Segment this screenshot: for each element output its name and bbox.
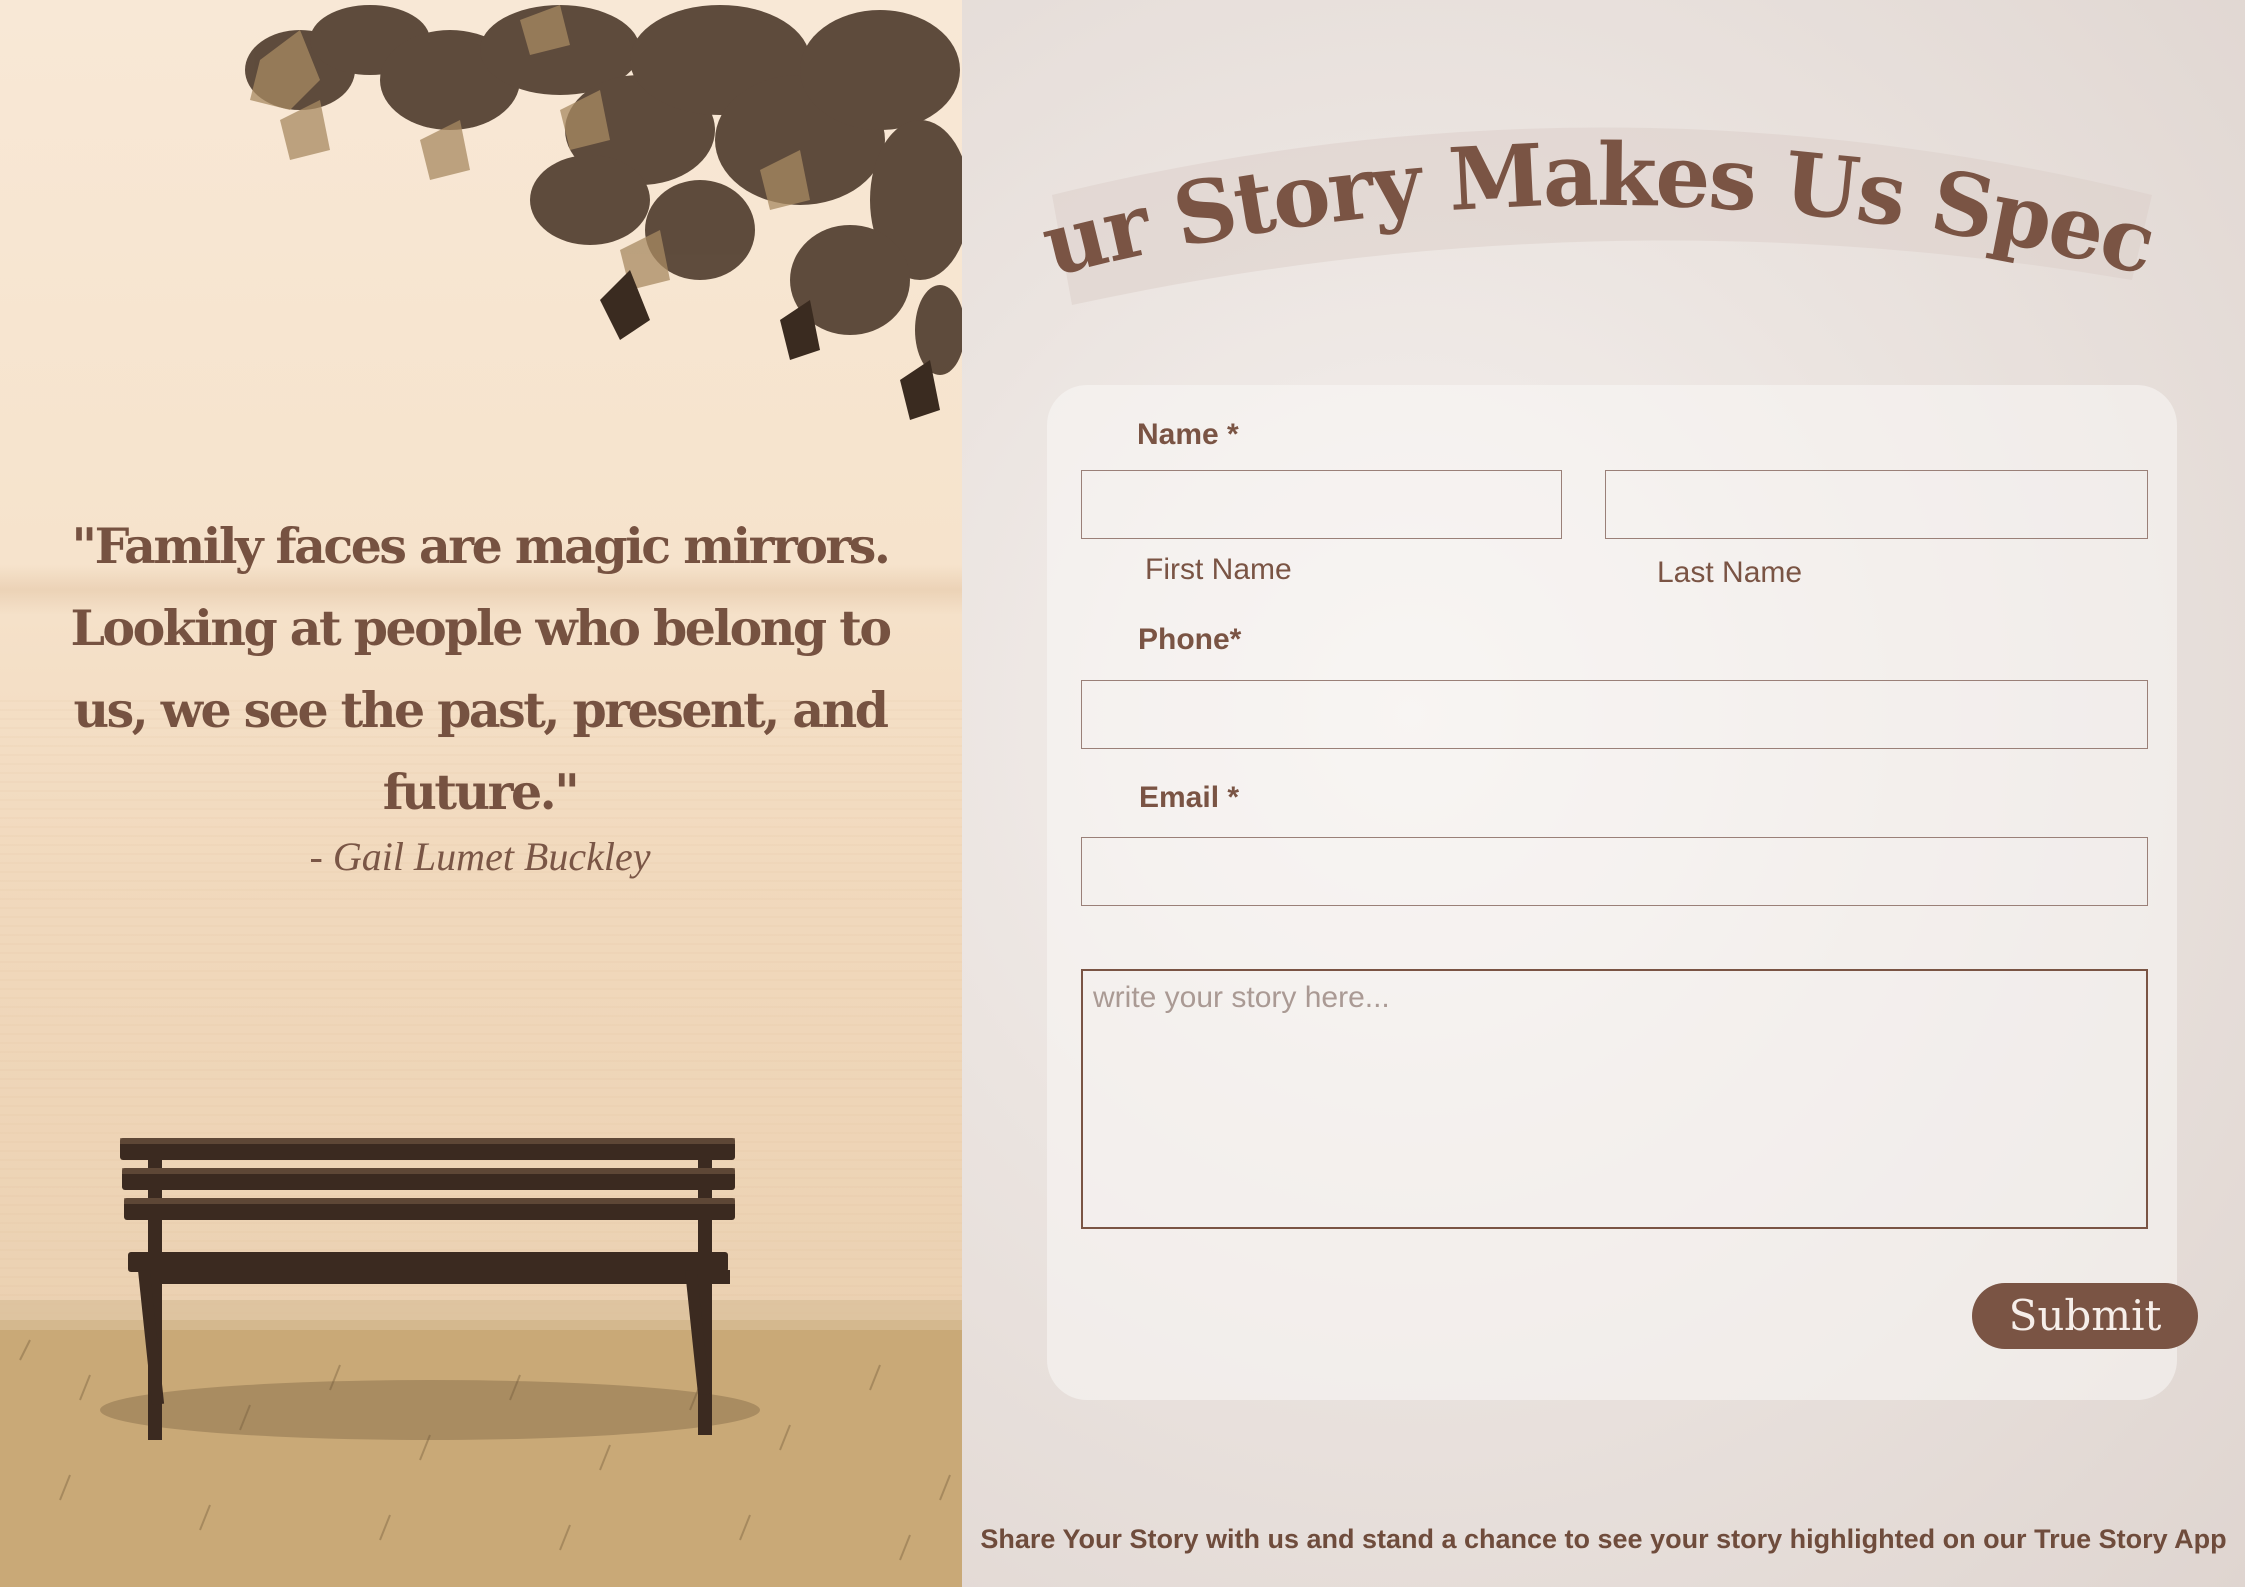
quote-block: "Family faces are magic mirrors. Looking… [60,505,900,880]
submit-button[interactable]: Submit [1972,1283,2198,1349]
phone-label: Phone* [1138,623,1242,656]
last-name-input[interactable] [1605,470,2148,539]
email-label: Email * [1139,781,1240,814]
tree-branch-image [245,5,962,420]
quote-text: "Family faces are magic mirrors. Looking… [70,517,892,821]
title-banner: Your Story Makes Us Special [1032,80,2166,305]
photo-panel: "Family faces are magic mirrors. Looking… [0,0,962,1587]
email-input[interactable] [1081,837,2148,906]
footer-note: Share Your Story with us and stand a cha… [980,1524,2227,1554]
phone-input[interactable] [1081,680,2148,749]
page-title: Your Story Makes Us Special [1032,80,2164,297]
bench-image [120,1138,735,1440]
first-name-input[interactable] [1081,470,1562,539]
last-name-label: Last Name [1657,556,1803,589]
story-textarea[interactable] [1081,969,2148,1229]
name-label: Name * [1137,418,1239,451]
first-name-label: First Name [1145,553,1292,586]
form-panel: Your Story Makes Us Special Name * First… [962,0,2245,1587]
quote-author: - Gail Lumet Buckley [309,834,651,879]
